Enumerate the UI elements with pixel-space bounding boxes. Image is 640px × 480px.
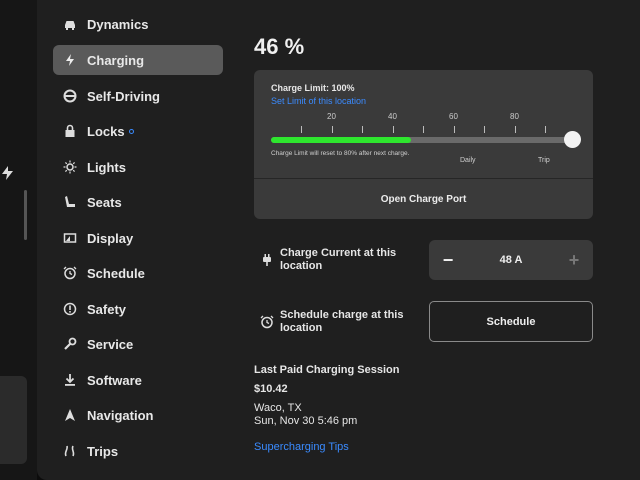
sidebar-item-label: Schedule: [87, 265, 145, 281]
charging-panel: 46 % Charge Limit: 100% Set Limit of thi…: [254, 0, 634, 480]
trips-icon: [53, 444, 87, 458]
lightning-icon: [53, 53, 87, 67]
sidebar-item-label: Display: [87, 230, 134, 246]
navigation-arrow-icon: [53, 408, 87, 422]
sidebar-item-label: Charging: [87, 52, 145, 68]
sidebar-item-seats[interactable]: Seats: [53, 187, 223, 217]
display-icon: [53, 231, 87, 245]
sidebar-item-trips[interactable]: Trips: [53, 436, 223, 466]
battery-percent: 46 %: [254, 34, 305, 59]
sidebar-item-label: Seats: [87, 194, 122, 210]
tick-label: 40: [388, 112, 397, 121]
sidebar-item-display[interactable]: Display: [53, 223, 223, 253]
edge-scrollbar: [24, 190, 27, 240]
screen-edge: [0, 0, 37, 480]
alarm-clock-icon: [53, 266, 87, 280]
sidebar-item-label: Self-Driving: [87, 88, 160, 104]
charge-limit-card: Charge Limit: 100% Set Limit of this loc…: [254, 70, 593, 219]
sidebar-item-label: Service: [87, 336, 134, 352]
increase-current-button[interactable]: +: [557, 240, 591, 280]
sidebar-item-schedule[interactable]: Schedule: [53, 258, 223, 288]
last-session-title: Last Paid Charging Session: [254, 364, 400, 376]
slider-ticks: [254, 126, 593, 136]
charge-current-label: Charge Current at this location: [280, 247, 397, 272]
lightning-icon: [2, 166, 13, 183]
sidebar-item-locks[interactable]: Locks: [53, 116, 223, 146]
sidebar-item-label: Safety: [87, 301, 127, 317]
battery-level-fill: [271, 137, 412, 143]
schedule-charge-label: Schedule charge at this location: [280, 309, 404, 334]
charge-limit-label: Charge Limit: 100%: [271, 83, 355, 93]
alarm-clock-icon: [260, 315, 274, 329]
sidebar-item-lights[interactable]: Lights: [53, 152, 223, 182]
last-session-amount: $10.42: [254, 383, 288, 395]
sidebar-item-label: Navigation: [87, 407, 154, 423]
open-charge-port-button[interactable]: Open Charge Port: [254, 179, 593, 219]
sidebar-item-label: Locks: [87, 123, 125, 139]
slider-handle[interactable]: [564, 131, 581, 148]
sidebar-item-service[interactable]: Service: [53, 329, 223, 359]
car-icon: [53, 17, 87, 31]
settings-screen: Dynamics Charging Self-Driving Locks Lig…: [37, 0, 640, 480]
edge-panel: [0, 376, 27, 464]
sidebar-item-charging[interactable]: Charging: [53, 45, 223, 75]
trip-label: Trip: [538, 157, 550, 164]
last-session-place: Waco, TX: [254, 402, 302, 414]
tick-label: 20: [327, 112, 336, 121]
sidebar-item-dynamics[interactable]: Dynamics: [53, 9, 223, 39]
settings-sidebar: Dynamics Charging Self-Driving Locks Lig…: [37, 0, 237, 480]
supercharging-tips-link[interactable]: Supercharging Tips: [254, 441, 349, 453]
tick-label: 60: [449, 112, 458, 121]
sidebar-item-label: Software: [87, 372, 142, 388]
sidebar-item-label: Trips: [87, 443, 119, 459]
info-circle-icon: [53, 302, 87, 316]
sun-icon: [53, 160, 87, 174]
slider-tick-labels: 20 40 60 80: [254, 112, 593, 124]
schedule-button[interactable]: Schedule: [429, 301, 593, 342]
sidebar-item-software[interactable]: Software: [53, 365, 223, 395]
lock-icon: [53, 124, 87, 138]
seat-icon: [53, 195, 87, 209]
sidebar-item-navigation[interactable]: Navigation: [53, 400, 223, 430]
plug-icon: [260, 253, 274, 267]
last-session-time: Sun, Nov 30 5:46 pm: [254, 415, 358, 427]
charge-limit-slider[interactable]: [271, 131, 581, 148]
wrench-icon: [53, 337, 87, 351]
daily-label: Daily: [460, 157, 476, 164]
charge-current-stepper: − 48 A +: [429, 240, 593, 280]
notification-badge: [128, 128, 134, 134]
sidebar-item-self-driving[interactable]: Self-Driving: [53, 81, 223, 111]
steering-wheel-icon: [53, 89, 87, 103]
set-limit-link[interactable]: Set Limit of this location: [271, 96, 366, 106]
charge-limit-note: Charge Limit will reset to 80% after nex…: [271, 150, 410, 157]
sidebar-item-label: Dynamics: [87, 16, 149, 32]
download-icon: [53, 373, 87, 387]
sidebar-item-safety[interactable]: Safety: [53, 294, 223, 324]
sidebar-item-label: Lights: [87, 159, 126, 175]
tick-label: 80: [510, 112, 519, 121]
